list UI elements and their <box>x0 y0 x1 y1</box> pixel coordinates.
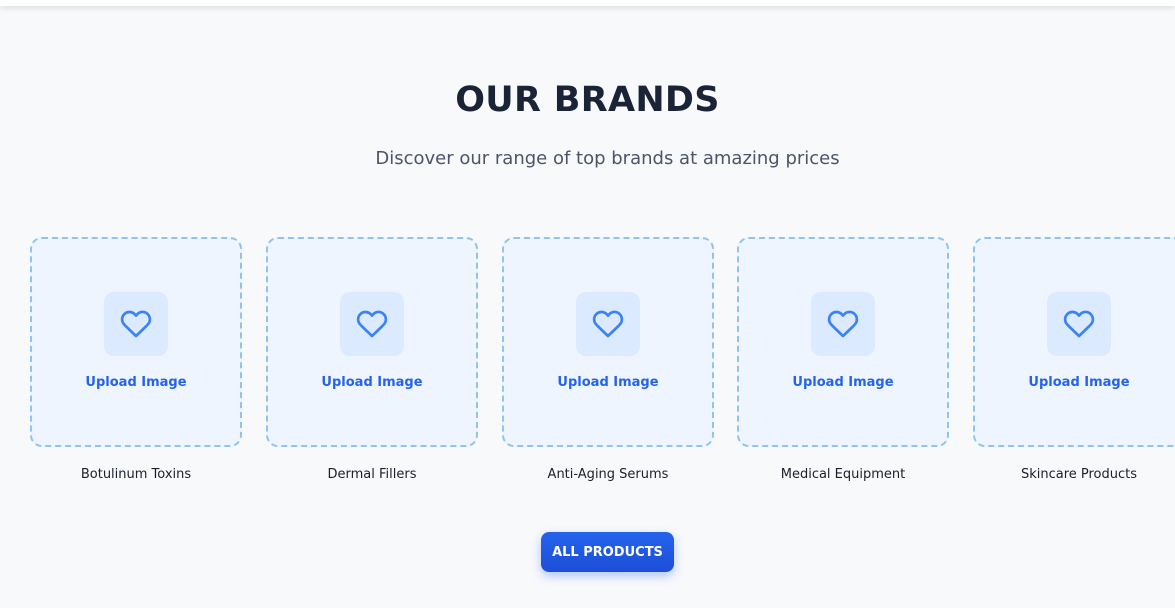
heart-icon-container <box>811 292 875 356</box>
upload-image-dropzone[interactable]: Upload Image <box>737 237 949 447</box>
brand-card: Upload Image Botulinum Toxins <box>30 237 242 482</box>
brands-carousel: Upload Image Botulinum Toxins Upload Ima… <box>30 237 1175 487</box>
brand-card: Upload Image Medical Equipment <box>737 237 949 482</box>
upload-image-dropzone[interactable]: Upload Image <box>266 237 478 447</box>
brand-name: Skincare Products <box>1020 467 1138 482</box>
heart-icon-container <box>576 292 640 356</box>
heart-icon <box>120 310 152 338</box>
upload-image-label: Upload Image <box>321 375 423 390</box>
heart-icon <box>356 310 388 338</box>
brand-name: Anti-Aging Serums <box>547 467 669 482</box>
heart-icon-container <box>1047 292 1111 356</box>
brand-card: Upload Image Skincare Products <box>973 237 1175 482</box>
heart-icon <box>827 310 859 338</box>
brand-card: Upload Image Anti-Aging Serums <box>502 237 714 482</box>
upload-image-label: Upload Image <box>557 375 659 390</box>
all-products-button[interactable]: ALL PRODUCTS <box>541 532 674 572</box>
section-title: OUR BRANDS <box>455 80 720 120</box>
upload-image-label: Upload Image <box>1028 375 1130 390</box>
heart-icon <box>592 310 624 338</box>
section-subtitle: Discover our range of top brands at amaz… <box>375 148 840 169</box>
brand-name: Botulinum Toxins <box>80 467 192 482</box>
upload-image-label: Upload Image <box>792 375 894 390</box>
brand-card: Upload Image Dermal Fillers <box>266 237 478 482</box>
upload-image-dropzone[interactable]: Upload Image <box>502 237 714 447</box>
upload-image-label: Upload Image <box>85 375 187 390</box>
brand-name: Medical Equipment <box>780 467 906 482</box>
upload-image-dropzone[interactable]: Upload Image <box>973 237 1175 447</box>
heart-icon-container <box>340 292 404 356</box>
heart-icon <box>1063 310 1095 338</box>
brand-name: Dermal Fillers <box>327 467 417 482</box>
brands-section: OUR BRANDS Discover our range of top bra… <box>0 0 1175 608</box>
upload-image-dropzone[interactable]: Upload Image <box>30 237 242 447</box>
heart-icon-container <box>104 292 168 356</box>
